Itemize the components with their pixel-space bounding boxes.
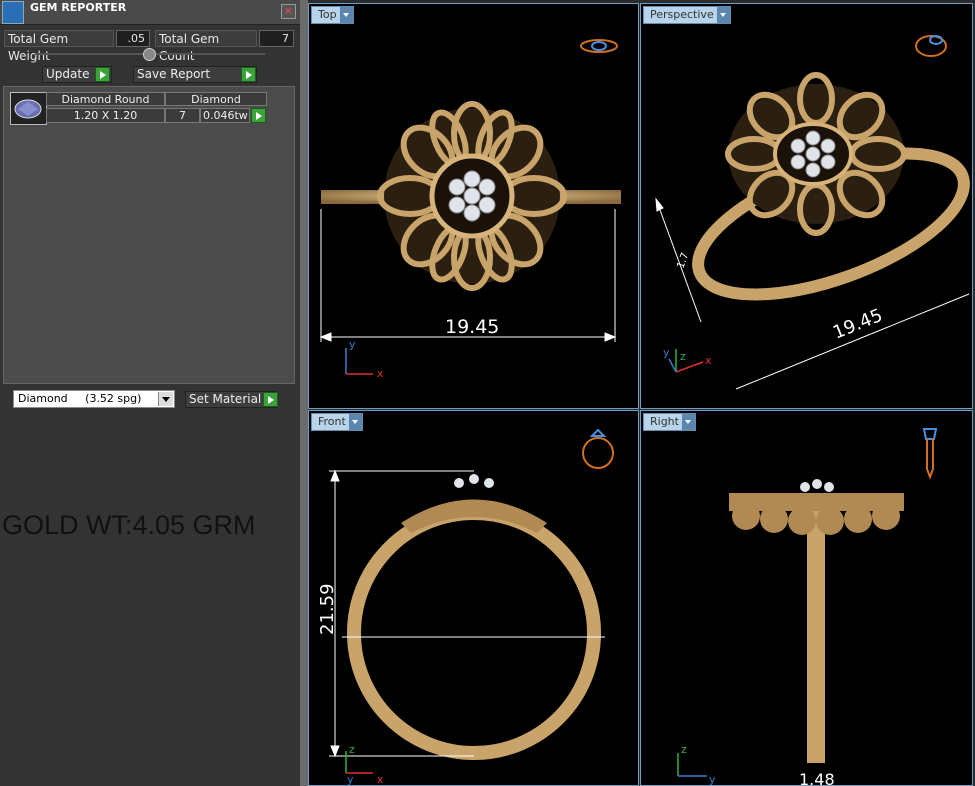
update-label: Update [46,67,90,81]
ring-band-side [807,511,825,763]
table-header-shape: Diamond Round [46,92,165,106]
stones-side [800,479,834,492]
gem-reporter-panel: GEM REPORTER × Total Gem Weight .05 Tota… [0,0,300,786]
perspective-dimension-label: 19.45 [830,305,886,344]
front-dimension-label: 21.59 [317,583,338,635]
row-play-icon[interactable] [251,108,266,123]
axis-y-label: y [709,773,716,786]
panel-titlebar: GEM REPORTER × [0,0,300,25]
ring-nav-icon[interactable] [582,428,614,469]
axis-x-label: x [377,367,384,380]
axis-x-label: x [377,773,384,786]
flower-head [377,101,567,291]
total-gem-weight-label: Total Gem Weight [4,30,114,63]
axis-gizmo: z y x [345,743,384,786]
panel-title: GEM REPORTER [30,1,127,14]
top-dimension-label: 19.45 [445,316,499,338]
axis-y-label: y [347,773,354,786]
viewport-top[interactable]: Top 19.45 y x [308,3,639,409]
close-button[interactable]: × [281,4,296,19]
save-report-play-icon[interactable] [241,67,256,82]
ring-nav-icon[interactable] [922,428,938,480]
set-material-label: Set Material [189,392,262,406]
table-cell-size: 1.20 X 1.20 [46,108,165,123]
diamond-round-icon [10,92,47,125]
axis-x-label: x [705,354,712,367]
update-play-icon[interactable] [95,67,110,82]
axis-z-label: z [681,743,687,756]
ring-band [347,506,601,760]
ring-nav-icon[interactable] [915,35,947,57]
chevron-down-icon[interactable] [158,392,173,406]
viewport-right[interactable]: Right 1.48 z y [640,410,973,786]
perspective-small-dimension-label: 1.7 [675,251,691,270]
top-view-render: 19.45 y x [319,39,621,380]
viewport-front[interactable]: Front 21.59 z y x [308,410,639,786]
perspective-view-render: 19.45 1.7 z y x [655,35,970,390]
axis-gizmo: z y [677,743,716,786]
table-header-stone: Diamond [165,92,267,106]
total-gem-count-label: Total Gem Count [155,30,257,63]
axis-y-label: y [349,338,356,351]
axis-gizmo: z y x [663,346,712,373]
stones-profile [454,474,494,488]
axis-z-label: z [349,743,355,756]
right-view-render: 1.48 z y [677,428,938,786]
axis-z-label: z [680,350,686,363]
total-gem-weight-value: .05 [116,30,150,47]
collapse-toggle[interactable] [143,48,156,61]
ring-nav-icon[interactable] [580,39,618,53]
gem-reporter-icon [2,1,24,24]
material-value: Diamond (3.52 spg) [18,392,142,405]
material-select[interactable]: Diamond (3.52 spg) [13,390,175,408]
gold-weight-note: GOLD WT:4.05 GRM [2,510,256,540]
front-view-render: 21.59 z y x [317,428,614,786]
set-material-play-icon[interactable] [263,392,278,407]
dimension-lines [655,197,970,390]
flower-head [725,72,907,236]
total-gem-count-value: 7 [259,30,294,47]
table-cell-count: 7 [165,108,200,123]
gem-table-area [3,86,295,384]
save-report-button[interactable]: Save Report [133,66,257,83]
save-report-label: Save Report [137,67,211,81]
right-dimension-label: 1.48 [799,770,835,786]
viewport-perspective[interactable]: Perspective 19.45 1.7 z y x [640,3,973,409]
table-cell-weight: 0.046tw [200,108,250,123]
axis-gizmo: y x [345,338,384,380]
panel-splitter[interactable] [300,0,308,786]
axis-y-label: y [663,346,670,359]
